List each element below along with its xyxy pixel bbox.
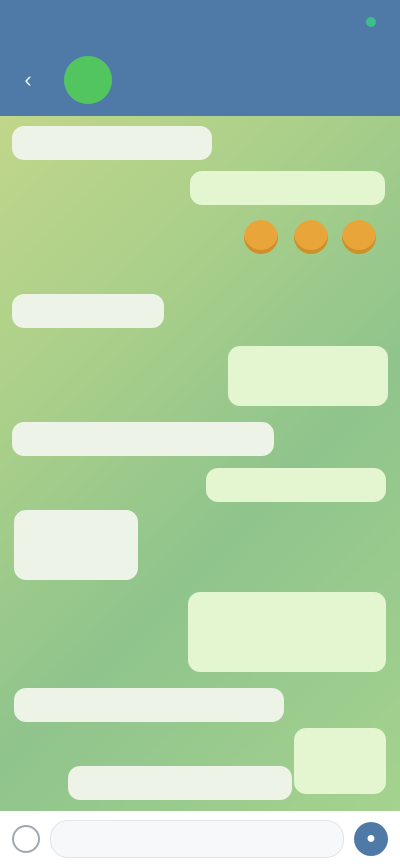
message-bubble[interactable] [68, 766, 292, 800]
avatar[interactable] [64, 56, 112, 104]
chat-header: ‹ [0, 44, 400, 116]
message-bubble[interactable] [14, 688, 284, 722]
signal-icon [366, 17, 376, 27]
mic-icon[interactable]: ● [354, 822, 388, 856]
message-bubble[interactable] [12, 126, 212, 160]
message-bubble[interactable] [14, 510, 138, 580]
back-icon[interactable]: ‹ [14, 66, 42, 94]
message-bubble[interactable] [188, 592, 386, 672]
message-bubble[interactable] [190, 171, 385, 205]
emoji-sticker[interactable] [342, 220, 376, 254]
message-bubble[interactable] [294, 728, 386, 794]
message-input[interactable] [50, 820, 344, 858]
message-bubble[interactable] [12, 422, 274, 456]
attach-icon[interactable] [12, 825, 40, 853]
status-icons [366, 17, 384, 27]
message-bubble[interactable] [206, 468, 386, 502]
message-bubble[interactable] [228, 346, 388, 406]
emoji-sticker[interactable] [294, 220, 328, 254]
status-bar [0, 0, 400, 44]
emoji-sticker[interactable] [244, 220, 278, 254]
message-list [0, 116, 400, 811]
message-bubble[interactable] [12, 294, 164, 328]
composer-bar: ● [0, 811, 400, 867]
